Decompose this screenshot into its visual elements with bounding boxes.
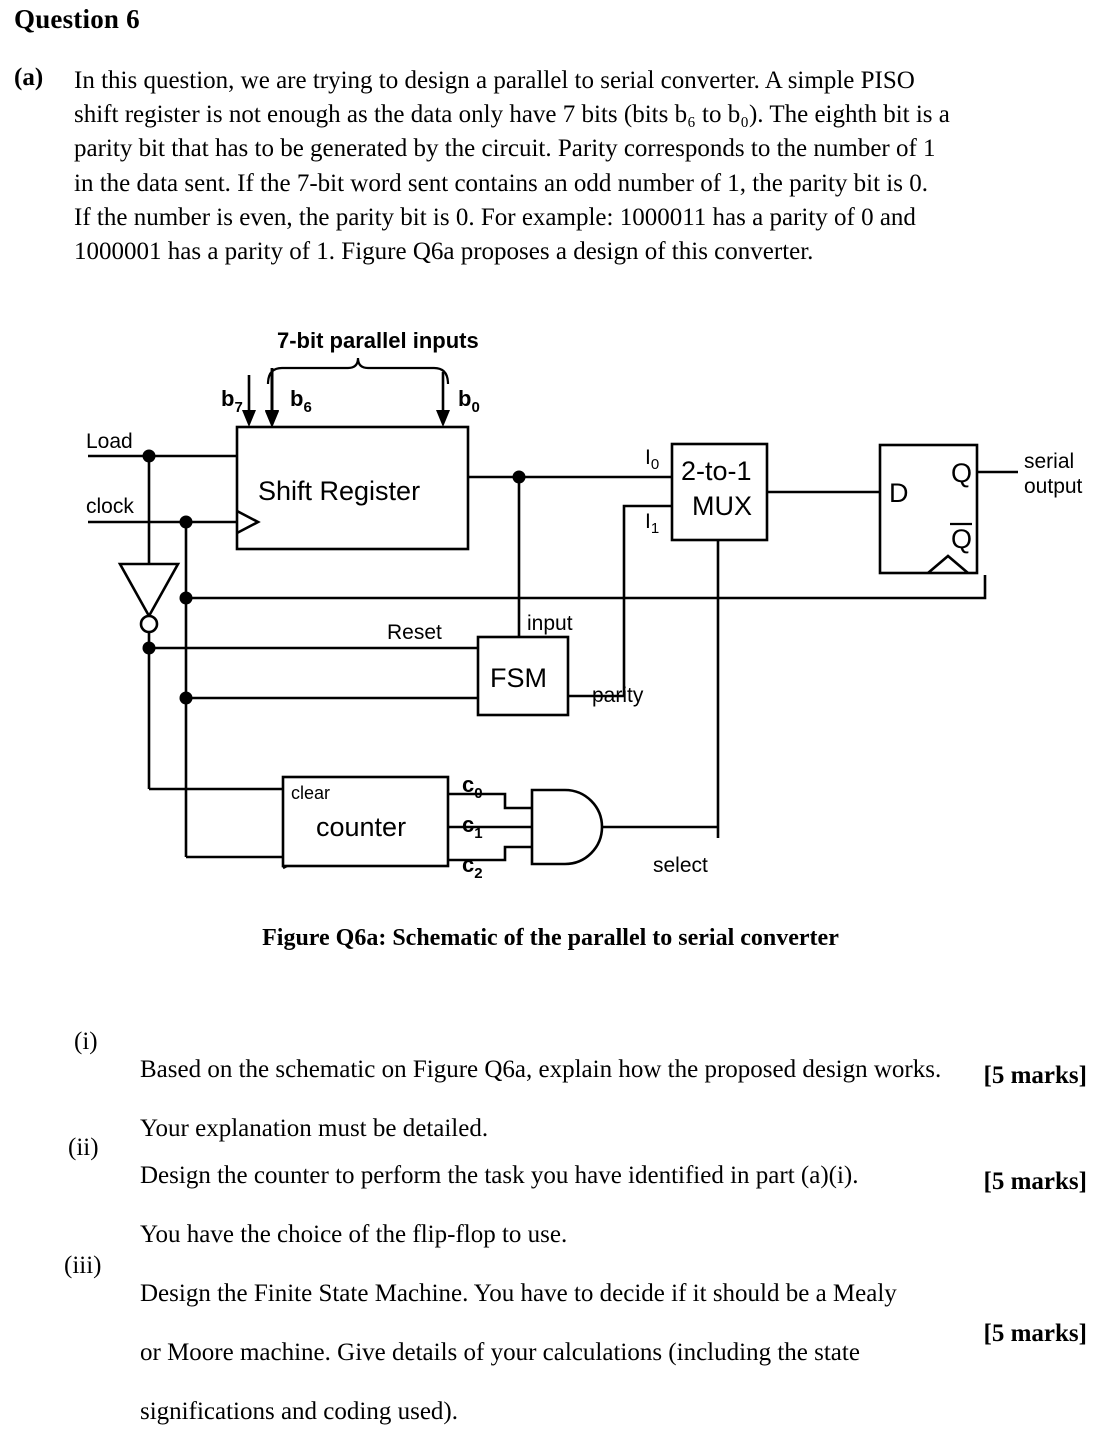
subquestion-ii-marks: [5 marks] — [983, 1168, 1087, 1195]
brace-label: 7-bit parallel inputs — [277, 328, 479, 353]
text-line: In this question, we are trying to desig… — [74, 67, 915, 94]
subquestion-i-marker: (i) — [74, 1028, 98, 1055]
text-line: parity bit that has to be generated by t… — [74, 135, 936, 163]
text-line: You have the choice of the flip-flop to … — [140, 1221, 568, 1249]
dff-q-label: Q — [951, 458, 972, 488]
subquestion-i-marks: [5 marks] — [983, 1062, 1087, 1089]
dff-d-label: D — [889, 478, 909, 508]
clock-label: clock — [86, 495, 134, 518]
mux-i0-label: I0 — [645, 446, 659, 473]
mux-i1-label: I1 — [645, 510, 659, 537]
load-label: Load — [86, 430, 133, 453]
shift-register-label: Shift Register — [258, 476, 420, 506]
dff-qbar-label: Q — [951, 524, 972, 554]
text-line: significations and coding used). — [140, 1398, 458, 1426]
brace-icon — [266, 357, 450, 385]
clear-label: clear — [291, 783, 330, 803]
counter-c0-label: c0 — [462, 772, 483, 802]
part-a-marker: (a) — [14, 64, 44, 91]
and-gate — [530, 788, 604, 866]
text-line: 1000001 has a parity of 1. Figure Q6a pr… — [74, 238, 814, 266]
bit-b7-label: b7 — [221, 386, 243, 416]
text-line: shift register is not enough as the data… — [74, 101, 950, 129]
subquestion-iii-marker: (iii) — [64, 1252, 102, 1279]
page-title: Question 6 — [14, 4, 140, 34]
serial-output-label-line1: serial — [1024, 450, 1074, 473]
text-line: Design the Finite State Machine. You hav… — [140, 1280, 897, 1307]
text-line: in the data sent. If the 7-bit word sent… — [74, 169, 928, 197]
text-line: If the number is even, the parity bit is… — [74, 203, 916, 231]
input-label: input — [527, 612, 573, 635]
serial-output-label-line2: output — [1024, 475, 1083, 498]
text-line: or Moore machine. Give details of your c… — [140, 1339, 860, 1367]
subquestion-iii-text: Design the Finite State Machine. You hav… — [140, 1252, 1084, 1455]
reset-label: Reset — [387, 621, 442, 644]
subquestion-iii-marks: [5 marks] — [983, 1320, 1087, 1347]
counter-c2-wire — [448, 845, 532, 862]
select-label: select — [653, 854, 708, 877]
counter-label: counter — [316, 812, 406, 842]
clock-to-dff-wire — [186, 575, 987, 600]
figure-caption: Figure Q6a: Schematic of the parallel to… — [262, 925, 839, 951]
bit-b7-arrow-final — [242, 375, 256, 427]
bit-b6-arrow-shaft2 — [265, 372, 279, 427]
mux-label-line2: MUX — [692, 491, 752, 521]
mux-label-line1: 2-to-1 — [681, 456, 752, 486]
figure-q6a-schematic: 7-bit parallel inputs b7 b6 b0 Shift Reg… — [0, 300, 1101, 910]
fsm-label: FSM — [490, 663, 547, 693]
counter-c0-wire — [448, 792, 532, 810]
parity-label: parity — [592, 684, 644, 707]
inverter-gate — [117, 562, 181, 634]
counter-c2-label: c2 — [462, 852, 483, 882]
text-line: Based on the schematic on Figure Q6a, ex… — [140, 1056, 942, 1083]
bit-b6-label: b6 — [290, 386, 312, 416]
subquestion-ii-marker: (ii) — [68, 1134, 99, 1161]
bit-b0-label: b0 — [458, 386, 480, 416]
part-a-text: In this question, we are trying to desig… — [74, 64, 1084, 269]
text-line: Design the counter to perform the task y… — [140, 1162, 859, 1189]
